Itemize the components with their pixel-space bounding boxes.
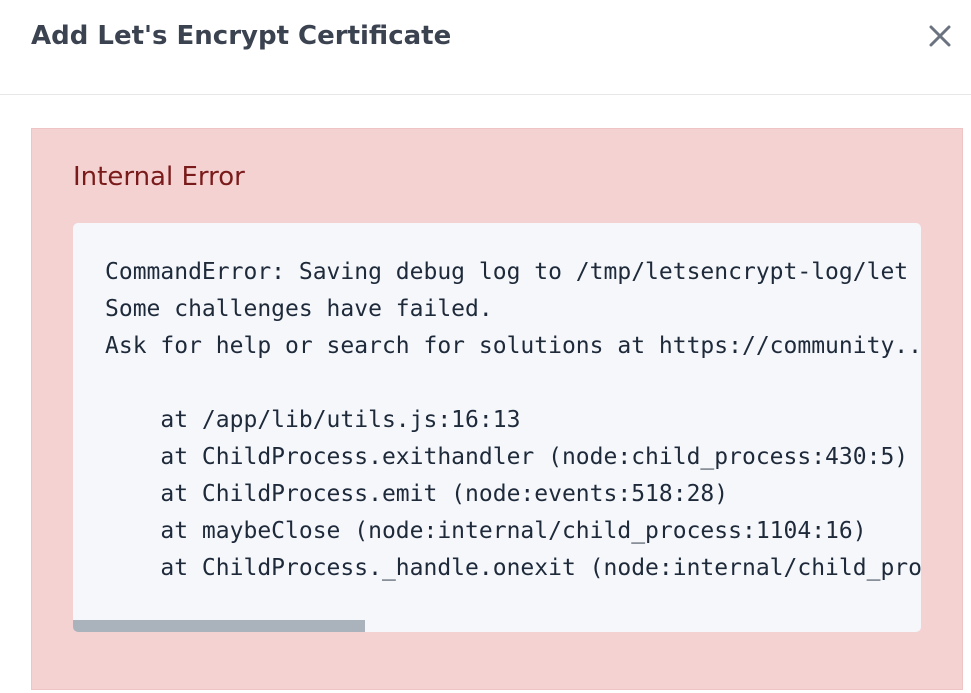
error-log-box[interactable]: CommandError: Saving debug log to /tmp/l…	[73, 223, 921, 632]
modal-title: Add Let's Encrypt Certificate	[31, 21, 452, 51]
log-line: at ChildProcess._handle.onexit (node:int…	[105, 555, 921, 581]
log-line: CommandError: Saving debug log to /tmp/l…	[105, 259, 909, 285]
error-log-text: CommandError: Saving debug log to /tmp/l…	[105, 254, 921, 587]
modal-header: Add Let's Encrypt Certificate	[0, 0, 971, 95]
close-button[interactable]	[920, 16, 960, 56]
log-line: Ask for help or search for solutions at …	[105, 333, 921, 359]
modal-dialog: Add Let's Encrypt Certificate Internal E…	[0, 0, 971, 693]
log-line: at maybeClose (node:internal/child_proce…	[105, 518, 867, 544]
scrollbar-thumb[interactable]	[73, 620, 365, 632]
log-line: Some challenges have failed.	[105, 296, 493, 322]
alert-title: Internal Error	[73, 162, 245, 192]
close-icon[interactable]	[929, 25, 951, 47]
log-line: at ChildProcess.exithandler (node:child_…	[105, 444, 909, 470]
horizontal-scrollbar[interactable]	[73, 620, 921, 632]
log-line: at ChildProcess.emit (node:events:518:28…	[105, 481, 729, 507]
log-line: at /app/lib/utils.js:16:13	[105, 407, 521, 433]
modal-body: Internal Error CommandError: Saving debu…	[0, 95, 971, 693]
error-alert: Internal Error CommandError: Saving debu…	[31, 128, 963, 690]
